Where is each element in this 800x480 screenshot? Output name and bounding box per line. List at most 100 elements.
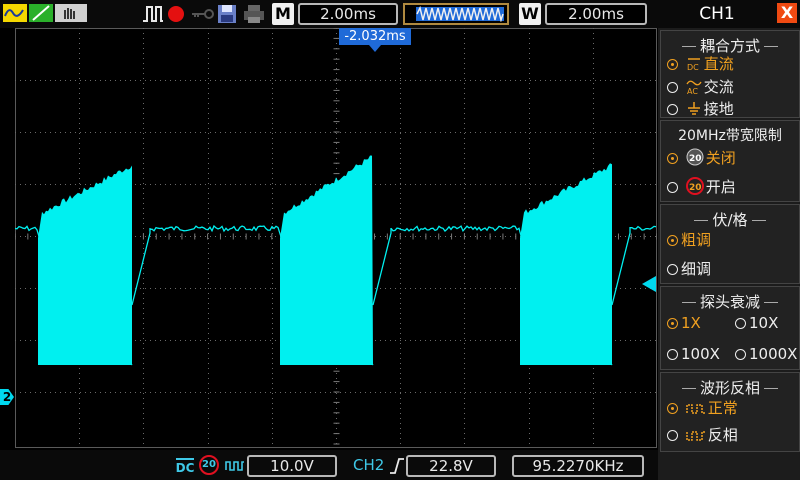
coupling-gnd-option[interactable]: 接地 bbox=[667, 98, 734, 119]
waveform-normal-icon bbox=[225, 461, 244, 471]
radio-selected-icon bbox=[667, 235, 678, 246]
ac-coupling-icon: AC bbox=[686, 80, 702, 95]
title-rule-left bbox=[681, 46, 696, 47]
dc-coupling-icon: DC bbox=[687, 58, 700, 72]
invert-title-text: 波形反相 bbox=[699, 379, 760, 397]
title-rule-right bbox=[764, 46, 778, 47]
bw-off-icon: 20 bbox=[686, 148, 704, 166]
title-rule-right bbox=[764, 388, 778, 389]
title-rule-right bbox=[751, 220, 766, 221]
trigger-level-arrow[interactable] bbox=[642, 276, 656, 292]
key-icon[interactable] bbox=[190, 2, 214, 24]
math-waveform-icon[interactable] bbox=[3, 2, 27, 24]
probe-10x-label: 10X bbox=[749, 314, 779, 332]
channel-marker-label: 2 bbox=[2, 390, 12, 404]
trigger-position-marker[interactable]: -2.032ms bbox=[339, 28, 411, 45]
ch1-waveform bbox=[15, 155, 657, 366]
trigger-level-display[interactable]: 22.8V bbox=[406, 455, 496, 477]
top-toolbar: M 2.00ms W 2.00ms bbox=[0, 0, 658, 28]
ground-icon bbox=[687, 102, 700, 115]
bandwidth-on-label: 开启 bbox=[705, 178, 736, 196]
radio-icon bbox=[667, 82, 678, 93]
bw-on-icon-text: 20 bbox=[689, 183, 702, 193]
save-icon[interactable] bbox=[216, 2, 238, 24]
timebase-display[interactable]: 2.00ms bbox=[298, 3, 398, 25]
probe-1000x-option[interactable]: 1000X bbox=[735, 345, 797, 363]
title-rule-left bbox=[681, 388, 696, 389]
bw-limit-indicator[interactable]: 20 bbox=[199, 455, 219, 475]
radio-icon bbox=[735, 349, 746, 360]
invert-inverted-label: 反相 bbox=[707, 426, 738, 444]
invert-normal-option[interactable]: 正常 bbox=[667, 397, 738, 418]
volts-div-display[interactable]: 10.0V bbox=[247, 455, 337, 477]
bottom-status-bar: DC 20 10.0V CH2 22.8V 95.2270KHz bbox=[0, 450, 658, 480]
radio-icon bbox=[667, 104, 678, 115]
mode-indicator[interactable]: M bbox=[272, 3, 294, 25]
normal-waveform-icon bbox=[686, 404, 705, 414]
radio-icon bbox=[667, 349, 678, 360]
window-indicator[interactable]: W bbox=[519, 3, 541, 25]
coupling-ac-option[interactable]: AC 交流 bbox=[667, 76, 734, 97]
volts-div-section[interactable]: 伏/格 粗调 细调 bbox=[660, 204, 800, 284]
bandwidth-title: 20MHz带宽限制 bbox=[678, 128, 782, 144]
title-rule-left bbox=[694, 220, 709, 221]
dc-icon-text: DC bbox=[687, 63, 699, 72]
rising-edge-icon bbox=[390, 458, 404, 474]
bandwidth-off-label: 关闭 bbox=[705, 149, 736, 167]
inverted-waveform-icon bbox=[686, 431, 705, 441]
hand-tool-icon[interactable] bbox=[55, 2, 87, 24]
bandwidth-on-option[interactable]: 20 开启 bbox=[667, 176, 736, 197]
radio-selected-icon bbox=[667, 318, 678, 329]
radio-icon bbox=[735, 318, 746, 329]
volts-coarse-label: 粗调 bbox=[681, 231, 712, 249]
trigger-position-arrow bbox=[369, 45, 381, 52]
probe-100x-label: 100X bbox=[681, 345, 720, 363]
invert-section[interactable]: 波形反相 正常 反相 bbox=[660, 372, 800, 452]
radio-selected-icon bbox=[667, 59, 678, 70]
bw-off-icon-text: 20 bbox=[689, 154, 702, 164]
waveform-display[interactable] bbox=[15, 28, 657, 448]
bw-status-label: 20 bbox=[202, 459, 216, 470]
record-icon[interactable] bbox=[165, 2, 187, 24]
probe-title-text: 探头衰减 bbox=[699, 293, 760, 311]
channel-menu-panel: CH1 X 耦合方式 DC 直流 AC 交流 接地 20MHz带宽限制 20 关… bbox=[658, 0, 800, 480]
coupling-gnd-label: 接地 bbox=[703, 100, 734, 118]
ref-waveform-icon[interactable] bbox=[29, 2, 53, 24]
panel-header: CH1 X bbox=[658, 0, 800, 28]
radio-icon bbox=[667, 182, 678, 193]
memory-window-bar[interactable] bbox=[403, 3, 509, 25]
invert-normal-label: 正常 bbox=[707, 399, 738, 417]
invert-title: 波形反相 bbox=[661, 377, 799, 398]
coupling-dc-option[interactable]: DC 直流 bbox=[667, 53, 734, 74]
radio-selected-icon bbox=[667, 403, 678, 414]
coupling-section[interactable]: 耦合方式 DC 直流 AC 交流 接地 bbox=[660, 30, 800, 118]
volts-title-text: 伏/格 bbox=[712, 211, 748, 229]
radio-selected-icon bbox=[667, 153, 678, 164]
invert-inverted-option[interactable]: 反相 bbox=[667, 424, 738, 445]
probe-100x-option[interactable]: 100X bbox=[667, 345, 720, 363]
probe-10x-option[interactable]: 10X bbox=[735, 314, 778, 332]
ac-icon-text: AC bbox=[687, 87, 698, 95]
bandwidth-section[interactable]: 20MHz带宽限制 20 关闭 20 开启 bbox=[660, 120, 800, 202]
coupling-indicator[interactable]: DC bbox=[174, 455, 196, 477]
probe-1x-label: 1X bbox=[681, 314, 701, 332]
window-time-display[interactable]: 2.00ms bbox=[545, 3, 647, 25]
probe-1x-option[interactable]: 1X bbox=[667, 314, 701, 332]
bandwidth-off-option[interactable]: 20 关闭 bbox=[667, 147, 736, 168]
radio-icon bbox=[667, 430, 678, 441]
coupling-bar-icon bbox=[176, 458, 194, 460]
volts-fine-option[interactable]: 细调 bbox=[667, 258, 711, 279]
memory-waveform-icon bbox=[416, 6, 504, 22]
probe-section[interactable]: 探头衰减 1X 10X 100X 1000X bbox=[660, 286, 800, 370]
title-rule-left bbox=[681, 302, 696, 303]
ch2-ground-marker[interactable]: 2 bbox=[0, 389, 14, 405]
volts-coarse-option[interactable]: 粗调 bbox=[667, 229, 711, 250]
print-icon[interactable] bbox=[242, 2, 266, 24]
coupling-dc-label: 直流 bbox=[703, 55, 734, 73]
title-rule-right bbox=[764, 302, 778, 303]
trigger-source-label[interactable]: CH2 bbox=[353, 456, 384, 474]
pulse-trigger-icon[interactable] bbox=[142, 2, 164, 24]
coupling-ac-label: 交流 bbox=[703, 78, 734, 96]
panel-title: CH1 bbox=[699, 4, 735, 24]
close-button[interactable]: X bbox=[777, 3, 797, 23]
